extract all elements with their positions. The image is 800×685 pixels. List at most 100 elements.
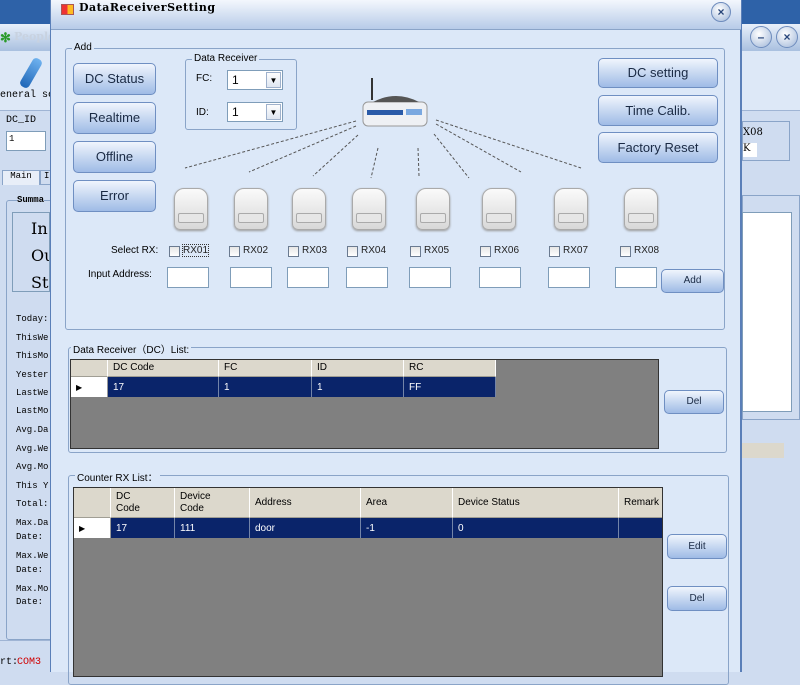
rx-del-button[interactable]: Del bbox=[667, 586, 727, 611]
stats-label: Avg.We bbox=[16, 444, 49, 454]
table-row[interactable]: ▶ 17 1 1 FF bbox=[71, 377, 496, 397]
summary-legend: Summa bbox=[17, 195, 45, 205]
column-header[interactable]: Device Code bbox=[175, 488, 250, 518]
row-header-corner bbox=[74, 488, 111, 518]
drive-icon bbox=[624, 188, 658, 230]
drive-icon bbox=[482, 188, 516, 230]
router-icon bbox=[362, 78, 428, 127]
rx-list-grid[interactable]: DC Code Device Code Address Area Device Stat… bbox=[73, 487, 663, 677]
column-header[interactable]: ID bbox=[312, 360, 404, 377]
table-cell: 1 bbox=[312, 377, 404, 397]
stats-label: Total: bbox=[16, 499, 49, 509]
rx-checkbox[interactable] bbox=[288, 246, 299, 257]
connection-line bbox=[248, 125, 357, 173]
dc-list-grid[interactable]: DC Code FC ID RC ▶ 17 1 1 FF bbox=[70, 359, 659, 449]
connection-line bbox=[435, 123, 522, 173]
general-settings-label[interactable]: eneral se bbox=[0, 90, 54, 101]
stats-label: Yester bbox=[16, 370, 49, 380]
background-right-toolbar bbox=[742, 60, 800, 110]
table-cell bbox=[619, 518, 662, 538]
rx-label[interactable]: RX05 bbox=[424, 245, 449, 256]
stats-label: Max.We bbox=[16, 551, 49, 561]
rx-checkbox[interactable] bbox=[549, 246, 560, 257]
rx-label[interactable]: RX08 bbox=[634, 245, 659, 256]
rx-list-legend: Counter RX List： bbox=[75, 469, 160, 484]
summary-status: St bbox=[31, 273, 49, 292]
address-input[interactable] bbox=[615, 267, 657, 288]
dc-del-button[interactable]: Del bbox=[664, 390, 724, 414]
table-cell: 0 bbox=[453, 518, 619, 538]
rx-label[interactable]: RX01 bbox=[181, 244, 210, 257]
column-header[interactable]: Device Status bbox=[453, 488, 619, 518]
minimize-button[interactable]: – bbox=[750, 26, 772, 48]
address-input[interactable] bbox=[548, 267, 590, 288]
factory-reset-button[interactable]: Factory Reset bbox=[598, 132, 718, 163]
add-button[interactable]: Add bbox=[661, 269, 724, 293]
column-header[interactable]: FC bbox=[219, 360, 312, 377]
rx-checkbox[interactable] bbox=[169, 246, 180, 257]
address-input[interactable] bbox=[409, 267, 451, 288]
address-input[interactable] bbox=[167, 267, 209, 288]
dc-setting-button[interactable]: DC setting bbox=[598, 58, 718, 88]
drive-icon bbox=[554, 188, 588, 230]
dc-list-header: DC Code FC ID RC bbox=[71, 360, 496, 377]
column-header[interactable]: DC Code bbox=[108, 360, 219, 377]
dc-list-legend: Data Receiver（DC）List: bbox=[71, 341, 192, 356]
table-row[interactable]: ▶ 17 111 door -1 0 bbox=[74, 518, 662, 538]
table-cell: 1 bbox=[219, 377, 312, 397]
select-rx-label: Select RX: bbox=[111, 245, 159, 256]
rx-checkbox[interactable] bbox=[347, 246, 358, 257]
connection-lines bbox=[184, 119, 582, 179]
summary-box: In Ou St bbox=[12, 212, 50, 292]
stats-label: ThisWe bbox=[16, 333, 49, 343]
stats-label: Avg.Da bbox=[16, 425, 49, 435]
table-cell: door bbox=[250, 518, 361, 538]
rx-checkbox[interactable] bbox=[410, 246, 421, 257]
background-right-list[interactable] bbox=[742, 212, 792, 412]
drive-icon bbox=[174, 188, 208, 230]
close-button[interactable]: × bbox=[776, 26, 798, 48]
dc-id-input[interactable]: 1 bbox=[6, 131, 46, 151]
stats-label: Date: bbox=[16, 597, 44, 607]
stats-label: Avg.Mo bbox=[16, 462, 49, 472]
table-cell: FF bbox=[404, 377, 496, 397]
stats-label: Date: bbox=[16, 532, 44, 542]
column-header[interactable]: RC bbox=[404, 360, 496, 377]
table-cell: 111 bbox=[175, 518, 250, 538]
rx-edit-button[interactable]: Edit bbox=[667, 534, 727, 559]
app-logo-icon: ✻ bbox=[0, 30, 11, 45]
rx-label[interactable]: RX04 bbox=[361, 245, 386, 256]
data-receiver-setting-dialog: DataReceiverSetting × Add DC Status Real… bbox=[50, 0, 742, 685]
rx-label[interactable]: RX06 bbox=[494, 245, 519, 256]
address-input[interactable] bbox=[479, 267, 521, 288]
rx-label[interactable]: RX03 bbox=[302, 245, 327, 256]
address-input[interactable] bbox=[346, 267, 388, 288]
column-header[interactable]: Area bbox=[361, 488, 453, 518]
column-header[interactable]: Address bbox=[250, 488, 361, 518]
stats-label: This Y bbox=[16, 481, 49, 491]
connection-line bbox=[370, 147, 379, 179]
background-right-group: X08 K bbox=[742, 121, 790, 161]
column-header[interactable]: DC Code bbox=[111, 488, 175, 518]
wrench-icon[interactable] bbox=[18, 56, 44, 90]
tab-main[interactable]: Main bbox=[2, 170, 40, 185]
background-right-grid-header bbox=[742, 443, 784, 458]
rx-checkbox[interactable] bbox=[620, 246, 631, 257]
column-header[interactable]: Remark bbox=[619, 488, 662, 518]
time-calib-button[interactable]: Time Calib. bbox=[598, 95, 718, 126]
row-header-corner bbox=[71, 360, 108, 377]
drive-icon bbox=[352, 188, 386, 230]
rx-checkbox[interactable] bbox=[480, 246, 491, 257]
address-input[interactable] bbox=[287, 267, 329, 288]
summary-out: Ou bbox=[31, 246, 49, 265]
summary-in: In bbox=[31, 219, 48, 238]
address-input[interactable] bbox=[230, 267, 272, 288]
connection-line bbox=[417, 147, 420, 177]
stats-label: LastWe bbox=[16, 388, 49, 398]
rx-checkbox[interactable] bbox=[229, 246, 240, 257]
stats-label: Max.Mo bbox=[16, 584, 49, 594]
rx-label[interactable]: RX07 bbox=[563, 245, 588, 256]
background-title: People bbox=[14, 30, 56, 43]
stats-label: LastMo bbox=[16, 406, 49, 416]
rx-label[interactable]: RX02 bbox=[243, 245, 268, 256]
